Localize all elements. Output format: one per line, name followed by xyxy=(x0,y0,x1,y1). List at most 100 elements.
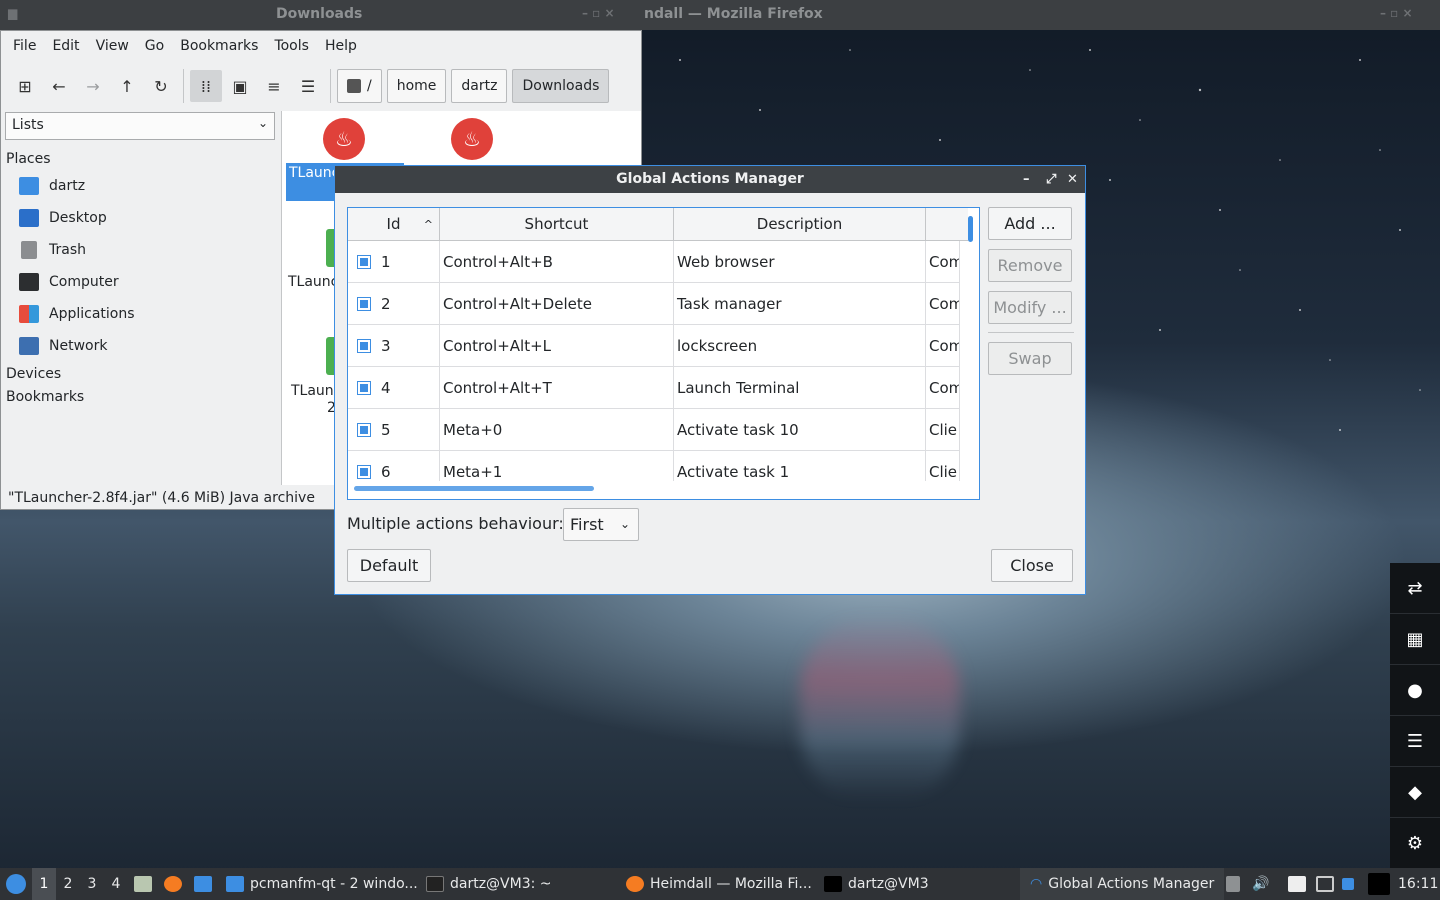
breadcrumb-dartz[interactable]: dartz xyxy=(451,69,508,103)
folder-icon xyxy=(226,876,244,892)
swap-button[interactable]: Swap xyxy=(988,342,1072,375)
forward-icon[interactable]: → xyxy=(77,70,109,102)
table-row[interactable]: 6 Meta+1 Activate task 1 Clie xyxy=(348,451,960,481)
column-type[interactable] xyxy=(926,208,960,240)
minimize-icon[interactable]: – xyxy=(1023,166,1030,193)
workspace-3[interactable]: 3 xyxy=(80,868,104,900)
volume-icon[interactable]: 🔊 xyxy=(1252,868,1269,900)
settings-icon[interactable]: ⚙ xyxy=(1390,818,1440,869)
column-description[interactable]: Description xyxy=(674,208,926,240)
table-row[interactable]: 2 Control+Alt+Delete Task manager Com xyxy=(348,283,960,325)
task-terminal-1[interactable]: dartz@VM3: ~ xyxy=(426,868,552,900)
default-button[interactable]: Default xyxy=(347,549,431,582)
drive-icon xyxy=(347,79,361,93)
terminal-tray-icon[interactable] xyxy=(1368,868,1390,900)
menu-file[interactable]: File xyxy=(5,38,44,54)
shortcut-cell: Control+Alt+Delete xyxy=(440,283,674,324)
column-id[interactable]: Id ^ xyxy=(348,208,440,240)
place-label: Desktop xyxy=(49,210,107,226)
keyboard-icon[interactable] xyxy=(1226,868,1240,900)
menu-edit[interactable]: Edit xyxy=(44,38,87,54)
user-icon[interactable]: ● xyxy=(1390,665,1440,716)
menu-view[interactable]: View xyxy=(88,38,137,54)
modify-button[interactable]: Modify ... xyxy=(988,291,1072,324)
list-icon[interactable]: ☰ xyxy=(1390,716,1440,767)
file-item-label[interactable]: TLaunc xyxy=(288,274,338,290)
close-icon[interactable]: ✕ xyxy=(1067,166,1078,193)
window-controls-icon[interactable]: – ▫ × xyxy=(1380,6,1413,20)
table-row[interactable]: 4 Control+Alt+T Launch Terminal Com xyxy=(348,367,960,409)
table-row[interactable]: 1 Control+Alt+B Web browser Com xyxy=(348,241,960,283)
firefox-title: ndall — Mozilla Firefox xyxy=(644,6,823,22)
enabled-checkbox[interactable] xyxy=(357,296,371,311)
thumbnail-view-icon[interactable]: ▣ xyxy=(224,70,256,102)
start-menu-icon[interactable] xyxy=(6,868,26,900)
menu-bookmarks[interactable]: Bookmarks xyxy=(172,38,266,54)
row-id: 3 xyxy=(381,336,391,355)
side-pane: Lists ⌄ Places dartz Desktop Trash Comput… xyxy=(1,111,279,485)
detail-view-icon[interactable]: ☰ xyxy=(292,70,324,102)
reload-icon[interactable]: ↻ xyxy=(145,70,177,102)
window-controls-icon[interactable]: – ▫ × xyxy=(582,6,615,20)
remove-button[interactable]: Remove xyxy=(988,249,1072,282)
switch-icon[interactable]: ⇄ xyxy=(1390,563,1440,614)
place-label: Computer xyxy=(49,274,119,290)
lxqt-icon: ◠ xyxy=(1030,876,1043,892)
firefox-launcher-icon[interactable] xyxy=(164,868,182,900)
table-row[interactable]: 3 Control+Alt+L lockscreen Com xyxy=(348,325,960,367)
enabled-checkbox[interactable] xyxy=(357,254,371,269)
file-manager-launcher-icon[interactable] xyxy=(134,868,152,900)
table-row[interactable]: 5 Meta+0 Activate task 10 Clie xyxy=(348,409,960,451)
clipboard-icon[interactable] xyxy=(1288,868,1306,900)
clock[interactable]: 16:11 xyxy=(1398,868,1438,900)
task-pcmanfm[interactable]: pcmanfm-qt - 2 windo... xyxy=(226,868,418,900)
horizontal-scrollbar[interactable] xyxy=(354,486,594,491)
bookmarks-heading[interactable]: Bookmarks xyxy=(6,389,84,405)
id-cell: 5 xyxy=(348,409,440,450)
new-tab-icon[interactable]: ⊞ xyxy=(9,70,41,102)
close-button[interactable]: Close xyxy=(991,549,1073,582)
place-network[interactable]: Network xyxy=(19,337,107,355)
menu-help[interactable]: Help xyxy=(317,38,365,54)
icon-view-icon[interactable]: ⁞⁞ xyxy=(190,70,222,102)
add-button[interactable]: Add ... xyxy=(988,207,1072,240)
task-terminal-2[interactable]: dartz@VM3 xyxy=(824,868,929,900)
vertical-scrollbar[interactable] xyxy=(968,216,973,242)
java-file-icon[interactable]: ♨ xyxy=(451,118,493,160)
workspace-4[interactable]: 4 xyxy=(104,868,128,900)
place-dartz[interactable]: dartz xyxy=(19,177,85,195)
column-shortcut[interactable]: Shortcut xyxy=(440,208,674,240)
desktop-launcher-icon[interactable] xyxy=(194,868,212,900)
row-id: 4 xyxy=(381,378,391,397)
places-heading[interactable]: Places xyxy=(6,151,51,167)
task-firefox[interactable]: Heimdall — Mozilla Fi... xyxy=(626,868,812,900)
workspace-2[interactable]: 2 xyxy=(56,868,80,900)
maximize-icon[interactable]: ⤢ xyxy=(1046,166,1056,193)
place-computer[interactable]: Computer xyxy=(19,273,119,291)
enabled-checkbox[interactable] xyxy=(357,465,371,479)
grid-icon[interactable]: ▦ xyxy=(1390,614,1440,665)
place-applications[interactable]: Applications xyxy=(19,305,135,323)
up-icon[interactable]: ↑ xyxy=(111,70,143,102)
place-desktop[interactable]: Desktop xyxy=(19,209,107,227)
menu-tools[interactable]: Tools xyxy=(266,38,317,54)
breadcrumb-downloads[interactable]: Downloads xyxy=(512,69,610,103)
enabled-checkbox[interactable] xyxy=(357,380,371,395)
workspace-1[interactable]: 1 xyxy=(32,868,56,900)
java-file-icon[interactable]: ♨ xyxy=(323,118,365,160)
side-pane-mode-select[interactable]: Lists ⌄ xyxy=(5,112,275,140)
network-tray-icon[interactable] xyxy=(1316,868,1334,900)
compact-view-icon[interactable]: ≡ xyxy=(258,70,290,102)
behaviour-select[interactable]: First ⌄ xyxy=(563,508,639,541)
breadcrumb-root[interactable]: / xyxy=(337,69,382,103)
task-global-actions[interactable]: ◠ Global Actions Manager xyxy=(1020,868,1225,900)
enabled-checkbox[interactable] xyxy=(357,422,371,437)
update-icon[interactable] xyxy=(1342,868,1354,900)
devices-heading[interactable]: Devices xyxy=(6,366,61,382)
place-trash[interactable]: Trash xyxy=(19,241,86,259)
menu-go[interactable]: Go xyxy=(137,38,172,54)
breadcrumb-home[interactable]: home xyxy=(386,69,447,103)
back-icon[interactable]: ← xyxy=(43,70,75,102)
enabled-checkbox[interactable] xyxy=(357,338,371,353)
tag-icon[interactable]: ◆ xyxy=(1390,767,1440,818)
